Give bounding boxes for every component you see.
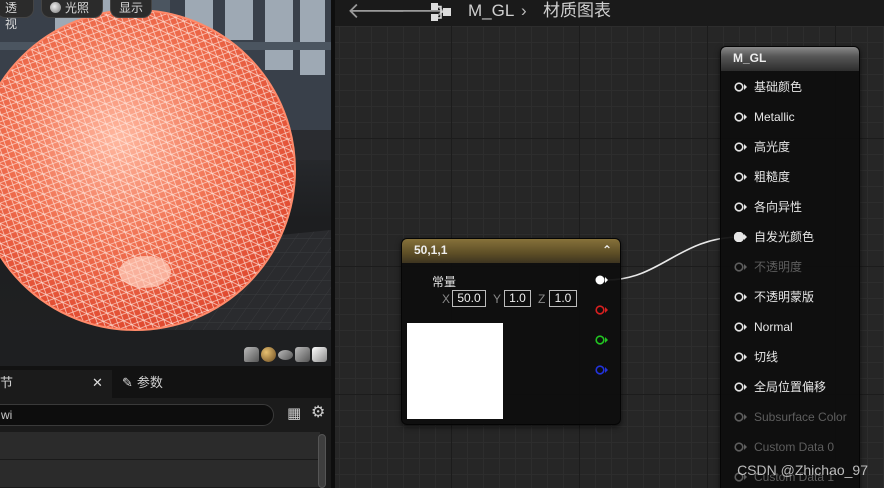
z-value-field[interactable]: 1.0 [549,290,577,307]
z-label: Z [538,292,546,306]
material-preview-viewport[interactable]: 透视 光照 显示 [0,0,331,366]
y-value-field[interactable]: 1.0 [504,290,531,307]
input-pin-icon[interactable] [734,202,748,212]
input-pin-label: 各向异性 [754,200,803,214]
gear-icon[interactable]: ⚙ [311,405,325,421]
input-pin-label: 基础颜色 [754,80,803,94]
input-pin-row[interactable]: 切线 [734,347,778,367]
input-pin-row: Subsurface Color [734,407,847,427]
output-pin-rgb[interactable] [595,275,609,285]
perspective-label: 透视 [5,1,18,31]
tab-details-label: 节 [0,375,14,390]
breadcrumb-material-name[interactable]: M_GL [468,1,514,21]
preview-scene [0,0,331,366]
input-pin-row[interactable]: 不透明蒙版 [734,287,814,307]
input-pin-label: 不透明蒙版 [754,290,815,304]
input-pin-label: 全局位置偏移 [754,380,827,394]
y-value: 1.0 [509,291,526,305]
breadcrumb-separator-icon: › [521,1,527,20]
input-pin-label: Metallic [754,110,795,124]
input-pin-icon[interactable] [734,322,748,332]
input-pin-row: 不透明度 [734,257,802,277]
watermark: CSDN @Zhichao_97 [737,462,868,478]
tab-parameters[interactable]: ✎ 参数 [122,370,212,398]
material-result-node[interactable]: M_GL 基础颜色 Metallic 高光度粗糙度各向异性自发光颜色不透明度不透明蒙… [720,46,860,488]
node-header[interactable]: M_GL [721,47,859,71]
tab-details[interactable]: 节 ✕ [0,370,112,398]
cylinder-icon[interactable] [244,347,259,362]
graph-type-icon [431,3,451,21]
y-label: Y [493,292,502,306]
input-pin-label: 切线 [754,350,779,364]
input-pin-icon[interactable] [734,172,748,182]
scrollbar[interactable] [318,434,326,488]
node-header[interactable]: 50,1,1 ⌃ [402,239,620,263]
pencil-icon: ✎ [122,375,133,390]
plane-icon[interactable] [278,350,293,360]
perspective-button[interactable]: 透视 [0,0,34,31]
node-title: M_GL [733,51,767,65]
color-preview-swatch [407,323,503,419]
input-pin-label: 粗糙度 [754,170,791,184]
input-pin-row[interactable]: 全局位置偏移 [734,377,826,397]
input-pin-label: 自发光颜色 [754,230,815,244]
close-icon[interactable]: ✕ [92,370,103,396]
list-item[interactable] [0,460,320,488]
constant3vector-node[interactable]: 50,1,1 ⌃ 常量 X 50.0 Y 1.0 Z 1.0 [401,238,621,425]
list-item[interactable] [0,432,320,460]
input-pin-icon[interactable] [734,142,748,152]
input-pin-row[interactable]: 粗糙度 [734,167,790,187]
lighting-button[interactable]: 光照 [41,0,103,18]
input-pin-row[interactable]: Normal [734,317,793,337]
input-pin-label: Subsurface Color [754,410,847,424]
input-pin-icon[interactable] [734,352,748,362]
x-label: X [442,292,451,306]
input-pin-icon[interactable] [734,382,748,392]
input-pin-label: 高光度 [754,140,791,154]
input-pin-icon[interactable] [734,82,748,92]
output-pin-g[interactable] [595,335,609,345]
x-value-field[interactable]: 50.0 [452,290,486,307]
property-list [0,432,320,488]
teapot-icon[interactable] [312,347,327,362]
preview-shape-bar [244,347,327,362]
constant-label: 常量 [432,275,457,289]
search-input[interactable]: wi [0,404,274,426]
show-button[interactable]: 显示 [110,0,152,18]
input-pin-icon[interactable] [734,442,748,452]
input-pin-label: Normal [754,320,793,334]
details-panel: 节 ✕ ✎ 参数 wi ▦ ⚙ [0,366,331,488]
input-pin-row[interactable]: 高光度 [734,137,790,157]
table-view-icon[interactable]: ▦ [287,406,301,422]
show-label: 显示 [119,1,144,15]
input-pin-label: Custom Data 0 [754,440,835,454]
input-pin-icon[interactable] [734,262,748,272]
output-pin-b[interactable] [595,365,609,375]
input-pin-row[interactable]: Metallic [734,107,795,127]
node-title: 50,1,1 [414,243,448,257]
search-value: wi [1,408,13,422]
input-pin-row: Custom Data 0 [734,437,834,457]
output-pin-r[interactable] [595,305,609,315]
input-pin-icon[interactable] [734,412,748,422]
tab-parameters-label: 参数 [136,375,163,390]
lighting-label: 光照 [65,1,90,15]
input-pin-icon[interactable] [734,231,748,242]
cube-icon[interactable] [295,347,310,362]
x-value: 50.0 [457,291,481,305]
input-pin-row[interactable]: 各向异性 [734,197,802,217]
lighting-icon [50,2,61,13]
z-value: 1.0 [554,291,572,305]
chevron-up-icon[interactable]: ⌃ [602,239,612,261]
input-pin-label: 不透明度 [754,260,803,274]
input-pin-icon[interactable] [734,292,748,302]
breadcrumb-graph-type[interactable]: 材质图表 [543,1,611,21]
input-pin-icon[interactable] [734,112,748,122]
graph-toolbar: 🡐 🡒 M_GL › 材质图表 [335,0,884,26]
input-pin-row[interactable]: 自发光颜色 [734,227,814,247]
panel-tab-row: 节 ✕ ✎ 参数 [0,366,331,398]
sphere-icon[interactable] [261,347,276,362]
input-pin-row[interactable]: 基础颜色 [734,77,802,97]
